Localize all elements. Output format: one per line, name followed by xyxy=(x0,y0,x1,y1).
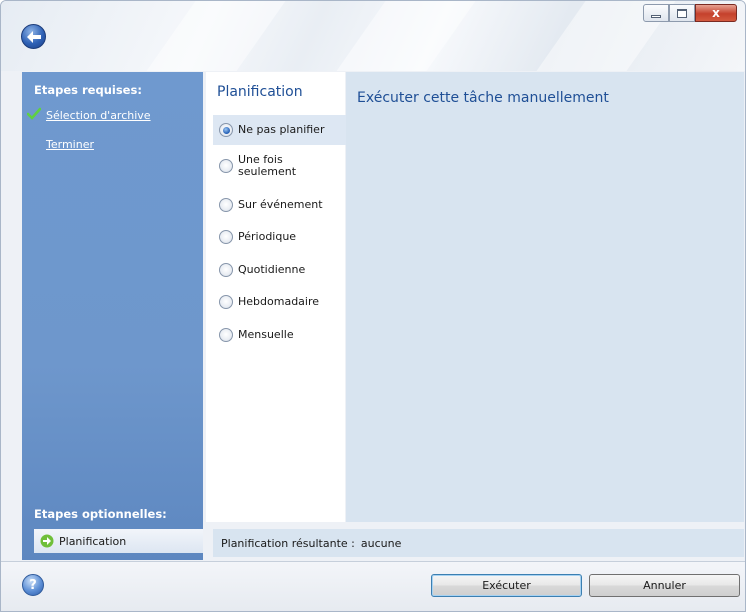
schedule-detail-panel: Exécuter cette tâche manuellement xyxy=(346,72,744,522)
wizard-window: x Etapes requises: Sélection d'archive T… xyxy=(0,0,746,612)
radio-option-no-schedule[interactable]: Ne pas planifier xyxy=(213,115,346,145)
radio-option-periodic[interactable]: Périodique xyxy=(213,230,346,244)
execute-button[interactable]: Exécuter xyxy=(431,574,582,597)
radio-icon xyxy=(219,198,233,212)
step-scheduling-label: Planification xyxy=(59,534,127,548)
resulting-schedule-label: Planification résultante : xyxy=(221,536,355,550)
back-button[interactable] xyxy=(21,24,46,49)
radio-icon xyxy=(219,159,233,173)
close-icon: x xyxy=(712,6,720,20)
radio-icon xyxy=(219,328,233,342)
radio-option-daily[interactable]: Quotidienne xyxy=(213,263,346,277)
help-icon: ? xyxy=(29,577,37,593)
resulting-schedule-bar: Planification résultante : aucune xyxy=(213,529,744,557)
minimize-button[interactable] xyxy=(643,4,669,22)
radio-option-on-event[interactable]: Sur événement xyxy=(213,198,346,212)
radio-option-once[interactable]: Une fois seulement xyxy=(213,154,346,178)
radio-option-weekly[interactable]: Hebdomadaire xyxy=(213,295,346,309)
detail-description: Exécuter cette tâche manuellement xyxy=(357,90,609,106)
close-button[interactable]: x xyxy=(695,4,737,22)
title-bar: x xyxy=(1,1,745,71)
checkmark-icon xyxy=(27,107,41,120)
optional-steps-heading: Etapes optionnelles: xyxy=(34,507,167,521)
radio-icon xyxy=(219,230,233,244)
step-scheduling[interactable]: Planification xyxy=(34,529,203,553)
schedule-title: Planification xyxy=(217,84,303,100)
required-steps-heading: Etapes requises: xyxy=(34,83,142,97)
step-archive-selection[interactable]: Sélection d'archive xyxy=(46,109,151,122)
radio-icon xyxy=(219,295,233,309)
minimize-icon xyxy=(651,15,661,18)
step-finish[interactable]: Terminer xyxy=(46,138,94,151)
radio-selected-icon xyxy=(219,123,233,137)
current-step-arrow-icon xyxy=(40,534,54,548)
maximize-button[interactable] xyxy=(669,4,695,22)
footer-bar: ? Exécuter Annuler xyxy=(1,561,745,611)
help-button[interactable]: ? xyxy=(22,574,44,596)
back-arrow-icon xyxy=(26,30,41,43)
radio-icon xyxy=(219,263,233,277)
maximize-icon xyxy=(677,8,687,18)
resulting-schedule-value: aucune xyxy=(360,536,402,550)
schedule-options-panel: Planification Ne pas planifier Une fois … xyxy=(206,72,346,522)
window-controls: x xyxy=(643,4,737,22)
steps-sidebar: Etapes requises: Sélection d'archive Ter… xyxy=(22,72,203,560)
radio-option-monthly[interactable]: Mensuelle xyxy=(213,328,346,342)
cancel-button[interactable]: Annuler xyxy=(589,574,740,597)
